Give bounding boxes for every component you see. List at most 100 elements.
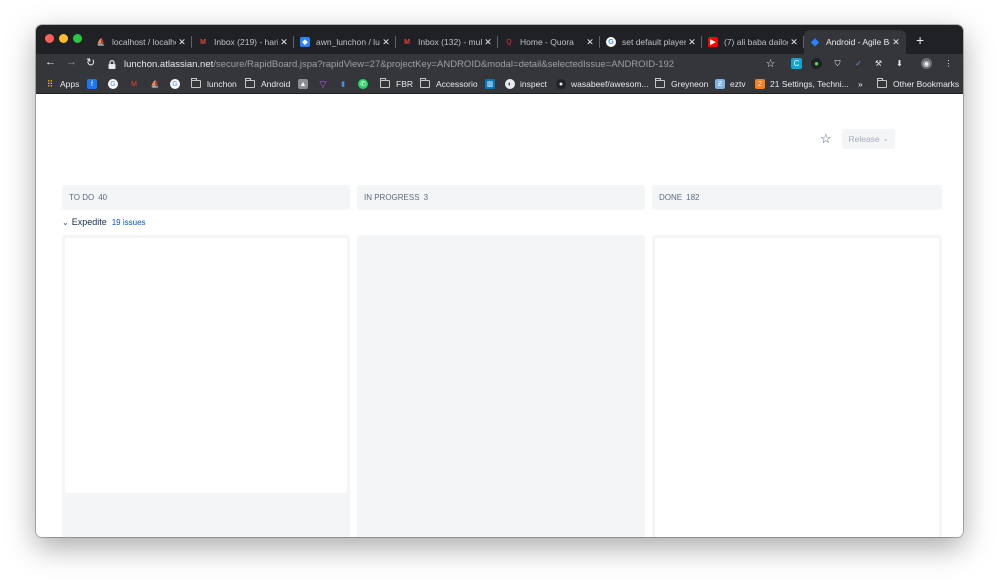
bookmark-trello[interactable]: ▥	[485, 77, 500, 91]
extension-c-icon[interactable]: C	[791, 58, 802, 69]
tab-google-search[interactable]: G set default player ✕	[600, 30, 702, 54]
swimlane-expedite[interactable]: ⌄ Expedite 19 issues	[62, 217, 146, 227]
close-icon[interactable]: ✕	[380, 37, 392, 48]
minimize-window-button[interactable]	[59, 34, 68, 43]
release-button[interactable]: Release ⌄	[842, 129, 895, 149]
chevron-down-icon: ⌄	[882, 136, 889, 143]
bookmark-gmail[interactable]: M	[129, 77, 144, 91]
phpmyadmin-icon: ⛵	[150, 81, 160, 88]
apps-grid-icon: ⠿	[46, 78, 54, 89]
tab-youtube[interactable]: ▶ (7) ali baba dailog ✕	[702, 30, 804, 54]
agile-board-page: ☆ Release ⌄ TO DO 40 IN PROGRESS 3 DONE …	[36, 95, 963, 537]
bookmark-inspect[interactable]: ◐ inspect	[505, 77, 547, 91]
bookmark-folder-accessorio[interactable]: Accessorio	[420, 77, 478, 91]
phpmyadmin-icon: ⛵	[96, 39, 106, 46]
folder-icon	[655, 78, 665, 88]
tab-strip: ⛵ localhost / localhost ✕ M Inbox (219) …	[36, 25, 963, 54]
back-arrow-icon[interactable]: ←	[45, 56, 56, 68]
column-done	[652, 235, 942, 537]
bookmark-google-2[interactable]: G	[170, 77, 185, 91]
photo-icon: ▲	[298, 79, 308, 89]
globe-icon: ◐	[505, 79, 515, 89]
star-icon[interactable]: ☆	[820, 131, 832, 147]
overflow-chevron-icon: »	[858, 79, 863, 89]
bookmark-apps[interactable]: ⠿ Apps	[45, 77, 80, 91]
url-path: /secure/RapidBoard.jspa?rapidView=27&pro…	[213, 58, 675, 70]
bookmark-photo[interactable]: ▲	[298, 77, 313, 91]
folder-icon	[877, 78, 887, 88]
address-bar[interactable]: lunchon.atlassian.net/secure/RapidBoard.…	[108, 55, 778, 73]
extension-shield-icon[interactable]: ⛉	[832, 58, 843, 69]
bookmark-folder-fbr[interactable]: FBR	[380, 77, 413, 91]
bookmark-phpmyadmin[interactable]: ⛵	[150, 77, 165, 91]
bookmark-facebook[interactable]: f	[87, 77, 102, 91]
bookmark-folder-android[interactable]: Android	[245, 77, 290, 91]
chevron-down-icon: ⌄	[62, 217, 69, 227]
extension-v-icon[interactable]: ✓	[853, 58, 864, 69]
new-tab-plus-icon[interactable]: +	[916, 32, 924, 48]
tab-android-agile-board[interactable]: ◆ Android - Agile Board ✕	[804, 30, 906, 54]
bookmark-folder-lunchon[interactable]: lunchon	[191, 77, 237, 91]
bookmark-21-settings[interactable]: 2 21 Settings, Techni...	[755, 77, 849, 91]
settings-site-icon: 2	[755, 79, 765, 89]
lock-icon	[108, 60, 116, 69]
bookmark-github-wasabeef[interactable]: ● wasabeef/awesom...	[556, 77, 648, 91]
extension-tool-icon[interactable]: ⚒	[873, 58, 884, 69]
close-icon[interactable]: ✕	[686, 37, 698, 48]
issue-card[interactable]	[65, 238, 347, 493]
google-icon: G	[606, 37, 616, 47]
trello-icon: ▥	[485, 79, 495, 89]
close-icon[interactable]: ✕	[278, 37, 290, 48]
gmail-icon: M	[131, 80, 137, 88]
eztv-icon: Ƶ	[715, 79, 725, 89]
column-header-in-progress: IN PROGRESS 3	[357, 185, 645, 210]
gmail-icon: M	[200, 38, 206, 46]
forward-arrow-icon[interactable]: →	[66, 56, 77, 68]
browser-window: ⛵ localhost / localhost ✕ M Inbox (219) …	[36, 25, 963, 537]
column-header-todo: TO DO 40	[62, 185, 350, 210]
tab-inbox-hari[interactable]: M Inbox (219) - hari ✕	[192, 30, 294, 54]
close-icon[interactable]: ✕	[890, 37, 902, 48]
bookmark-star-icon[interactable]: ☆	[765, 58, 776, 70]
profile-avatar[interactable]: ◉	[921, 58, 932, 69]
tab-bitbucket[interactable]: ◆ awn_lunchon / lunchon ✕	[294, 30, 396, 54]
tab-quora[interactable]: Q Home - Quora ✕	[498, 30, 600, 54]
issue-card[interactable]	[655, 238, 939, 537]
url-host: lunchon.atlassian.net	[124, 58, 214, 70]
bookmarks-overflow[interactable]: »	[858, 77, 863, 91]
browser-toolbar: ← → ↻ lunchon.atlassian.net/secure/Rapid…	[36, 54, 963, 74]
tab-localhost[interactable]: ⛵ localhost / localhost ✕	[90, 30, 192, 54]
folder-icon	[191, 78, 201, 88]
bookmark-whatsapp[interactable]: ✆	[358, 77, 373, 91]
reload-icon[interactable]: ↻	[86, 56, 95, 69]
extension-download-icon[interactable]: ⬇	[894, 58, 905, 69]
bottle-icon: ▮	[341, 81, 345, 88]
column-in-progress	[357, 235, 645, 537]
bookmark-bottle[interactable]: ▮	[338, 77, 353, 91]
jira-icon: ◆	[811, 36, 819, 48]
tab-inbox-muh[interactable]: M Inbox (132) - muh ✕	[396, 30, 498, 54]
column-header-done: DONE 182	[652, 185, 942, 210]
folder-icon	[420, 78, 430, 88]
bookmark-eztv[interactable]: Ƶ eztv	[715, 77, 746, 91]
whatsapp-icon: ✆	[358, 79, 368, 89]
bookmark-folder-other[interactable]: Other Bookmarks	[877, 77, 959, 91]
google-icon: G	[170, 79, 180, 89]
menu-kebab-icon[interactable]: ⋮	[943, 58, 954, 69]
bookmark-folder-greyneon[interactable]: Greyneon	[655, 77, 708, 91]
close-window-button[interactable]	[45, 34, 54, 43]
close-icon[interactable]: ✕	[482, 37, 494, 48]
close-icon[interactable]: ✕	[788, 37, 800, 48]
facebook-icon: f	[87, 79, 97, 89]
extension-circle-icon[interactable]: ●	[811, 58, 822, 69]
bookmarks-bar: ⠿ Apps f G M ⛵ G lunchon Android ▲ ▽ ▮ ✆…	[36, 74, 963, 94]
bookmark-vue[interactable]: ▽	[318, 77, 333, 91]
close-icon[interactable]: ✕	[176, 37, 188, 48]
close-icon[interactable]: ✕	[584, 37, 596, 48]
gmail-icon: M	[404, 38, 410, 46]
column-todo	[62, 235, 350, 537]
github-icon: ●	[556, 79, 566, 89]
maximize-window-button[interactable]	[73, 34, 82, 43]
bitbucket-icon: ◆	[300, 37, 310, 47]
bookmark-google[interactable]: G	[108, 77, 123, 91]
